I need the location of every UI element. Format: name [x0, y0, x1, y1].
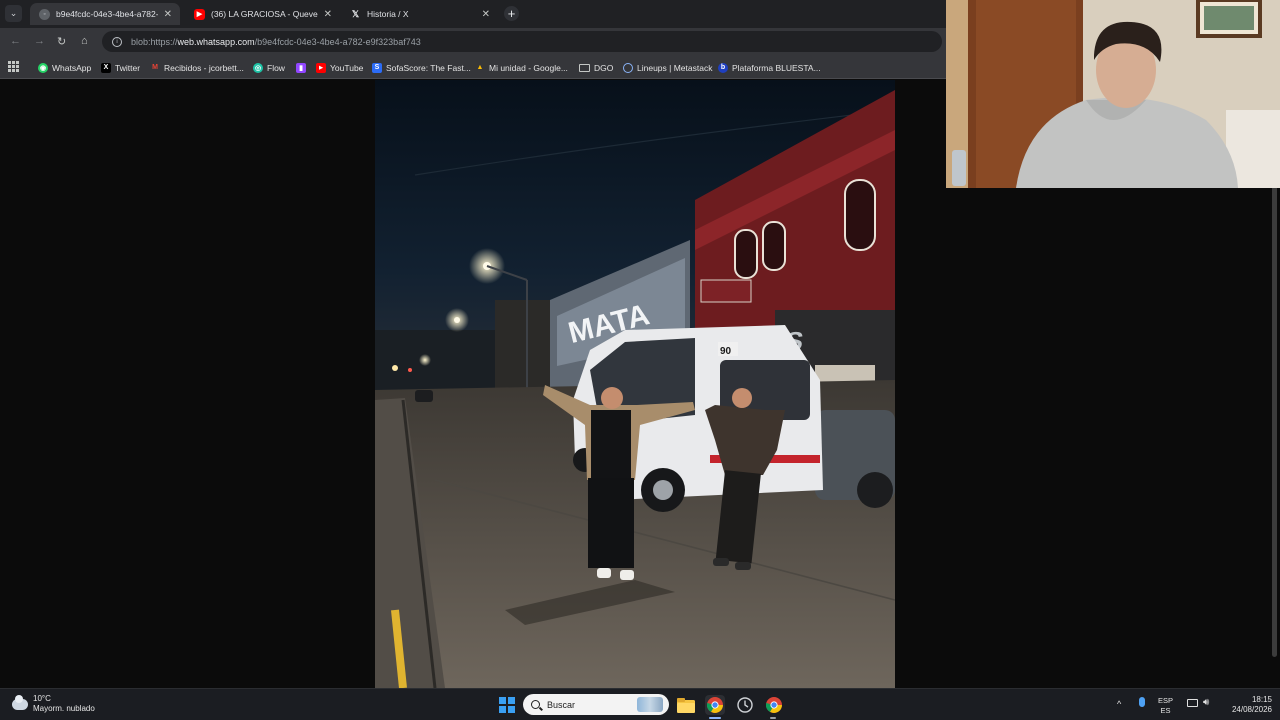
search-placeholder: Buscar [547, 699, 576, 710]
close-icon[interactable]: ✕ [164, 9, 172, 20]
windows-taskbar: 10°C Mayorm. nublado Buscar ^ ESP ES 🔊︎ … [0, 688, 1280, 720]
whatsapp-icon: ◉ [38, 62, 48, 73]
weather-temp: 10°C [33, 694, 51, 703]
sofascore-icon: S [372, 62, 382, 73]
back-arrow-icon[interactable]: ← [10, 35, 21, 47]
windows-start-icon[interactable] [499, 697, 515, 713]
url-host: web.whatsapp.com [177, 36, 255, 47]
network-icon[interactable] [1187, 699, 1198, 707]
bookmark-label: Recibidos - jcorbett... [164, 62, 244, 73]
clock-app-icon[interactable] [735, 695, 755, 715]
weather-condition: Mayorm. nublado [33, 704, 95, 713]
url-scheme: blob:https:// [131, 36, 178, 47]
chrome-profile-icon[interactable] [764, 695, 784, 715]
tab-search-button[interactable]: ⌄ [5, 5, 22, 22]
bookmark-google-drive[interactable]: ▲ Mi unidad - Google... [475, 61, 568, 74]
bookmark-whatsapp[interactable]: ◉ WhatsApp [38, 61, 91, 74]
webcam-overlay [946, 0, 1280, 188]
tab-title: Historia / X [367, 9, 409, 19]
search-highlight-image [637, 697, 663, 712]
apps-grid-icon[interactable] [8, 61, 19, 72]
bookmark-twitter[interactable]: X Twitter [101, 61, 140, 74]
weather-widget[interactable]: 10°C Mayorm. nublado [12, 694, 95, 714]
tray-expand-chevron-icon[interactable]: ^ [1117, 699, 1121, 709]
flow-icon: ◎ [253, 62, 263, 73]
bookmark-folder-dgo[interactable]: DGO [579, 61, 613, 74]
lang-code: ESP [1158, 696, 1174, 705]
bookmark-label: Flow [267, 62, 285, 73]
keyboard-layout: ES [1160, 706, 1171, 715]
tab-title: (36) LA GRACIOSA - Quevedo ft [211, 9, 318, 19]
street-photo: MATA HCS [375, 80, 895, 688]
gmail-icon: M [152, 64, 158, 71]
system-clock[interactable]: 18:15 24/08/2026 [1222, 695, 1272, 715]
bookmark-label: YouTube [330, 62, 364, 73]
clock-date: 24/08/2026 [1231, 705, 1272, 714]
van-number: 90 [720, 346, 732, 357]
new-tab-button[interactable]: + [504, 6, 519, 21]
bookmark-flow[interactable]: ◎ Flow [253, 61, 285, 74]
taskbar-search[interactable]: Buscar [523, 694, 669, 715]
clock-time: 18:15 [1251, 695, 1272, 704]
bookmark-gmail[interactable]: M Recibidos - jcorbett... [150, 61, 244, 74]
tab-youtube-la-graciosa[interactable]: ▶ (36) LA GRACIOSA - Quevedo ft ✕ [185, 3, 340, 25]
chevron-down-icon: ⌄ [9, 8, 18, 18]
running-app-indicator [770, 717, 776, 719]
bookmark-label: Lineups | Metastack [637, 62, 713, 73]
url-path: /b9e4fcdc-04e3-4be4-a782-e9f323baf743 [254, 36, 421, 47]
metastack-icon [623, 62, 633, 73]
bookmark-metastack[interactable]: Lineups | Metastack [623, 61, 712, 74]
twitch-icon: ▮ [296, 62, 306, 73]
bluestar-icon: b [718, 62, 728, 73]
close-icon[interactable]: ✕ [324, 9, 332, 20]
address-bar[interactable]: i blob:https://web.whatsapp.com/b9e4fcdc… [102, 31, 942, 52]
bookmark-sofascore[interactable]: S SofaScore: The Fast... [372, 61, 471, 74]
search-icon [531, 700, 540, 709]
bookmark-bluestar[interactable]: b Plataforma BLUESTA... [718, 61, 821, 74]
site-info-icon[interactable]: i [112, 36, 122, 47]
youtube-icon: ▶ [316, 62, 326, 73]
tab-whatsapp-blob[interactable]: ◦ b9e4fcdc-04e3-4be4-a782-e9f3 ✕ [30, 3, 180, 25]
reload-icon[interactable]: ↻ [57, 35, 66, 48]
close-icon[interactable]: ✕ [482, 9, 490, 20]
bookmark-twitch[interactable]: ▮ [296, 61, 310, 74]
bookmark-label: WhatsApp [52, 62, 92, 73]
folder-icon [579, 63, 590, 72]
chrome-icon[interactable] [705, 695, 725, 715]
bookmark-label: Mi unidad - Google... [489, 62, 568, 73]
volume-icon[interactable]: 🔊︎ [1203, 697, 1209, 708]
tab-title: b9e4fcdc-04e3-4be4-a782-e9f3 [56, 9, 158, 19]
cloudy-weather-icon [12, 694, 28, 710]
tab-historia-x[interactable]: 𝕏 Historia / X ✕ [341, 3, 498, 25]
bookmark-label: DGO [594, 62, 614, 73]
bookmark-youtube[interactable]: ▶ YouTube [316, 61, 363, 74]
x-icon: 𝕏 [351, 8, 360, 19]
file-explorer-icon[interactable] [676, 695, 696, 715]
bookmark-label: Twitter [115, 62, 141, 73]
google-drive-icon: ▲ [476, 64, 484, 71]
microphone-icon[interactable] [1139, 697, 1145, 707]
x-icon: X [101, 62, 111, 73]
bookmark-label: Plataforma BLUESTA... [732, 62, 821, 73]
globe-icon: ◦ [39, 8, 50, 20]
bookmark-label: SofaScore: The Fast... [386, 62, 471, 73]
active-app-indicator [709, 717, 721, 719]
input-language-indicator[interactable]: ESP ES [1158, 696, 1173, 716]
home-icon[interactable]: ⌂ [81, 35, 88, 47]
youtube-icon: ▶ [194, 8, 205, 20]
forward-arrow-icon[interactable]: → [34, 35, 45, 47]
